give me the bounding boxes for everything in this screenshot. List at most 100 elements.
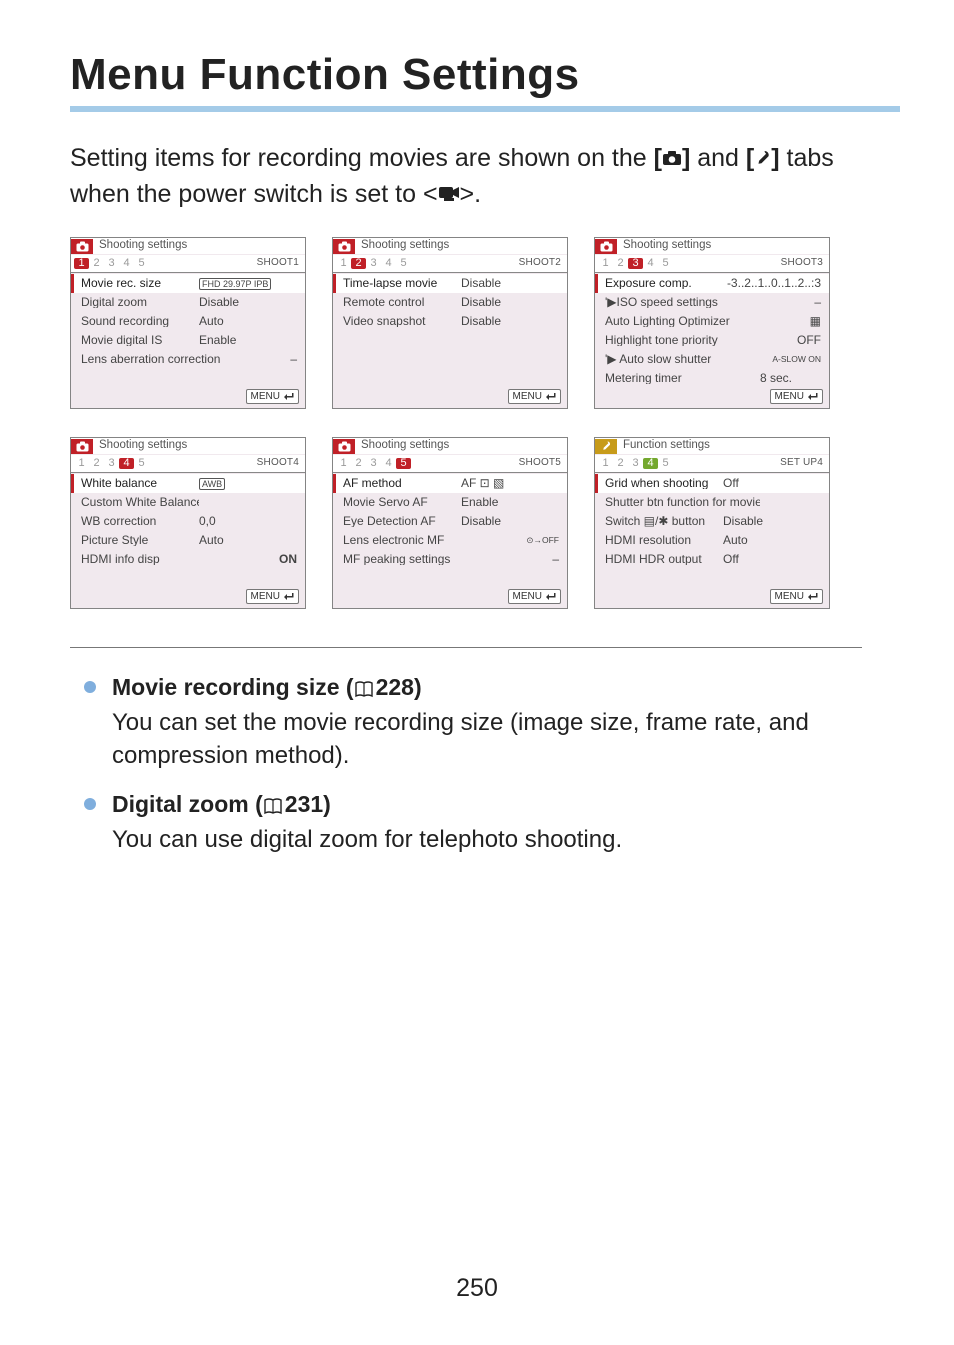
menu-panel: Function settings12345SET UP4Grid when s… [594, 437, 830, 609]
menu-item[interactable]: '▶ISO speed settings– [595, 293, 829, 312]
menu-item-value: Disable [199, 296, 297, 308]
menu-item[interactable]: Exposure comp.-3..2..1..0..1..2..:3 [595, 274, 829, 293]
menu-item-value: Disable [461, 315, 559, 327]
menu-tab[interactable]: 1 [74, 458, 89, 469]
menu-item[interactable]: Digital zoomDisable [71, 293, 305, 312]
menu-item[interactable]: Movie Servo AFEnable [333, 493, 567, 512]
menu-item[interactable]: Highlight tone priorityOFF [595, 331, 829, 350]
camera-chip-icon [333, 239, 355, 254]
menu-tab[interactable]: 3 [628, 458, 643, 469]
menu-item[interactable]: Movie rec. sizeFHD 29.97P IPB [71, 274, 305, 293]
title-underline [70, 106, 900, 112]
menu-item-key: AF method [343, 477, 461, 489]
menu-tab[interactable]: 3 [366, 258, 381, 269]
menu-tab[interactable]: 4 [381, 258, 396, 269]
bracket-close-1: ] [682, 144, 690, 172]
menu-tab[interactable]: 4 [119, 458, 134, 469]
menu-return-button[interactable]: MENU [508, 589, 561, 604]
menu-item[interactable]: Shutter btn function for movies [595, 493, 829, 512]
menu-tab[interactable]: 2 [89, 458, 104, 469]
menu-item[interactable]: HDMI HDR outputOff [595, 550, 829, 569]
return-arrow-icon [807, 592, 818, 601]
menu-tab[interactable]: 1 [336, 258, 351, 269]
menu-item[interactable]: HDMI info dispON [71, 550, 305, 569]
menu-item-value: – [498, 553, 559, 565]
menu-tab[interactable]: 4 [643, 258, 658, 269]
bullet-icon [84, 798, 96, 810]
screenshots-grid: Shooting settings 12345SHOOT1Movie rec. s… [70, 237, 894, 609]
menu-item-list: Grid when shootingOffShutter btn functio… [595, 473, 829, 588]
menu-item[interactable]: '▶ Auto slow shutterA-SLOW ON [595, 350, 829, 369]
menu-tab[interactable]: 5 [658, 458, 673, 469]
menu-footer: MENU [71, 588, 305, 608]
menu-item[interactable]: WB correction0,0 [71, 512, 305, 531]
description-list: Movie recording size (228)You can set th… [70, 674, 870, 857]
menu-item[interactable]: Lens aberration correction– [71, 350, 305, 369]
menu-tab[interactable]: 2 [89, 258, 104, 269]
page-ref-icon [263, 794, 283, 821]
menu-tab[interactable]: 5 [396, 258, 411, 269]
menu-tab[interactable]: 2 [351, 458, 366, 469]
menu-return-button[interactable]: MENU [246, 389, 299, 404]
menu-tab[interactable]: 2 [613, 258, 628, 269]
menu-item[interactable]: Custom White Balance [71, 493, 305, 512]
menu-item-value: OFF [760, 334, 821, 346]
menu-item[interactable]: Eye Detection AFDisable [333, 512, 567, 531]
menu-item-key: HDMI resolution [605, 534, 723, 546]
menu-item[interactable]: White balanceAWB [71, 474, 305, 493]
menu-item-value: 0,0 [199, 515, 297, 527]
menu-tab[interactable]: 1 [336, 458, 351, 469]
menu-item[interactable]: Grid when shootingOff [595, 474, 829, 493]
camera-icon [662, 140, 682, 176]
menu-tab[interactable]: 1 [74, 258, 89, 269]
menu-return-button[interactable]: MENU [246, 589, 299, 604]
menu-tab[interactable]: 3 [366, 458, 381, 469]
menu-item-value: Off [723, 553, 821, 565]
menu-tab[interactable]: 4 [119, 258, 134, 269]
menu-item[interactable]: Video snapshotDisable [333, 312, 567, 331]
menu-item[interactable]: Remote controlDisable [333, 293, 567, 312]
menu-tab[interactable]: 4 [643, 458, 658, 469]
menu-tab[interactable]: 5 [134, 458, 149, 469]
menu-tab[interactable]: 3 [104, 458, 119, 469]
menu-item-key: '▶ISO speed settings [605, 296, 760, 308]
menu-tab-row: 12345SHOOT1 [71, 255, 305, 273]
menu-item[interactable]: AF methodAF ⊡ ▧ [333, 474, 567, 493]
menu-tab[interactable]: 2 [613, 458, 628, 469]
bullet-icon [84, 681, 96, 693]
menu-tab[interactable]: 4 [381, 458, 396, 469]
menu-tab[interactable]: 1 [598, 258, 613, 269]
divider-rule [70, 647, 862, 648]
menu-item-key: White balance [81, 477, 199, 489]
menu-item-value: A-SLOW ON [760, 355, 821, 364]
menu-item-value: Disable [461, 296, 559, 308]
menu-item[interactable]: Metering timer8 sec. [595, 369, 829, 388]
menu-item[interactable]: Auto Lighting Optimizer▦ [595, 312, 829, 331]
menu-item-value: 8 sec. [760, 372, 821, 384]
menu-item-value: Enable [461, 496, 559, 508]
menu-header-title: Shooting settings [357, 240, 567, 252]
menu-return-button[interactable]: MENU [770, 389, 823, 404]
menu-item[interactable]: Movie digital ISEnable [71, 331, 305, 350]
menu-item-list: White balanceAWBCustom White BalanceWB c… [71, 473, 305, 588]
page-title: Menu Function Settings [70, 50, 894, 100]
menu-tab[interactable]: 1 [598, 458, 613, 469]
menu-item[interactable]: HDMI resolutionAuto [595, 531, 829, 550]
menu-tab[interactable]: 5 [658, 258, 673, 269]
menu-item-key: Digital zoom [81, 296, 199, 308]
menu-tab[interactable]: 3 [104, 258, 119, 269]
menu-tab[interactable]: 5 [134, 258, 149, 269]
menu-item[interactable]: Sound recordingAuto [71, 312, 305, 331]
menu-item-key: Movie digital IS [81, 334, 199, 346]
menu-item[interactable]: MF peaking settings– [333, 550, 567, 569]
menu-tab[interactable]: 2 [351, 258, 366, 269]
menu-return-button[interactable]: MENU [508, 389, 561, 404]
menu-item[interactable]: Picture StyleAuto [71, 531, 305, 550]
menu-tab[interactable]: 5 [396, 458, 411, 469]
menu-item[interactable]: Lens electronic MF⊙→OFF [333, 531, 567, 550]
menu-tab[interactable]: 3 [628, 258, 643, 269]
menu-return-button[interactable]: MENU [770, 589, 823, 604]
menu-item[interactable]: Switch ▤/✱ buttonDisable [595, 512, 829, 531]
menu-footer: MENU [333, 588, 567, 608]
menu-item[interactable]: Time-lapse movieDisable [333, 274, 567, 293]
